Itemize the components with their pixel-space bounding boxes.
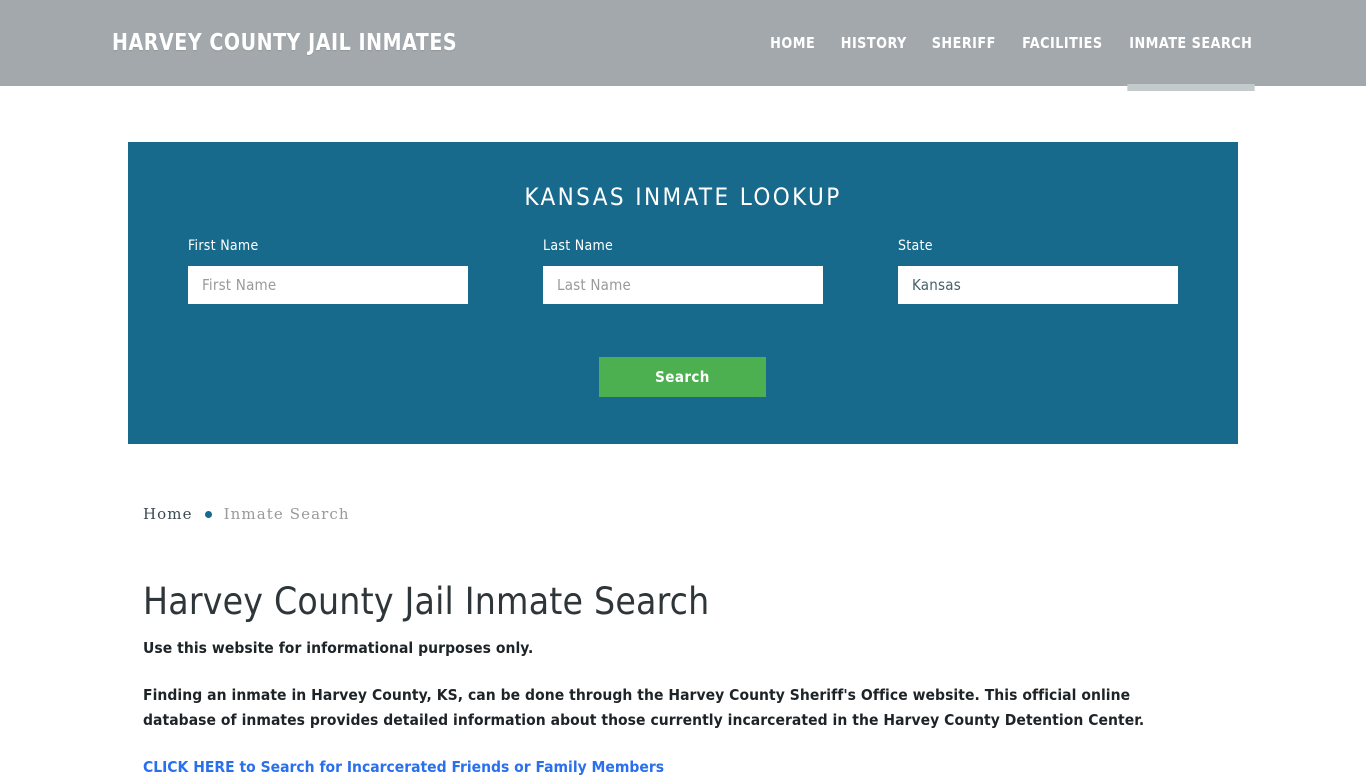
breadcrumb-separator-dot-icon [204,510,212,518]
site-brand-title: HARVEY COUNTY JAIL INMATES [112,30,458,56]
intro-paragraph: Use this website for informational purpo… [143,639,534,657]
breadcrumb-home-link[interactable]: Home [143,505,193,523]
page-content: Use this website for informational purpo… [143,636,1188,780]
first-name-input[interactable] [188,266,468,304]
last-name-field-group: Last Name [543,237,823,304]
nav-item-inmate-search[interactable]: INMATE SEARCH [1127,32,1255,91]
site-header: HARVEY COUNTY JAIL INMATES HOME HISTORY … [0,0,1366,91]
nav-item-sheriff[interactable]: SHERIFF [932,32,996,54]
state-label: State [898,238,933,254]
first-name-label: First Name [188,238,259,254]
state-input[interactable] [898,266,1178,304]
last-name-label: Last Name [543,238,614,254]
nav-item-facilities[interactable]: FACILITIES [1022,32,1102,54]
nav-item-home[interactable]: HOME [770,32,815,54]
breadcrumb-current-page: Inmate Search [223,505,350,523]
search-button[interactable]: Search [599,357,766,397]
first-name-field-group: First Name [188,237,468,304]
inmate-lookup-panel: KANSAS INMATE LOOKUP First Name Last Nam… [128,142,1238,444]
state-field-group: State [898,237,1178,304]
nav-item-history[interactable]: HISTORY [840,32,906,54]
page-title: Harvey County Jail Inmate Search [143,580,710,623]
main-navigation: HOME HISTORY SHERIFF FACILITIES INMATE S… [769,32,1256,91]
breadcrumb: Home Inmate Search [143,505,350,523]
lookup-panel-title: KANSAS INMATE LOOKUP [524,183,842,211]
description-paragraph: Finding an inmate in Harvey County, KS, … [143,686,1145,729]
last-name-input[interactable] [543,266,823,304]
